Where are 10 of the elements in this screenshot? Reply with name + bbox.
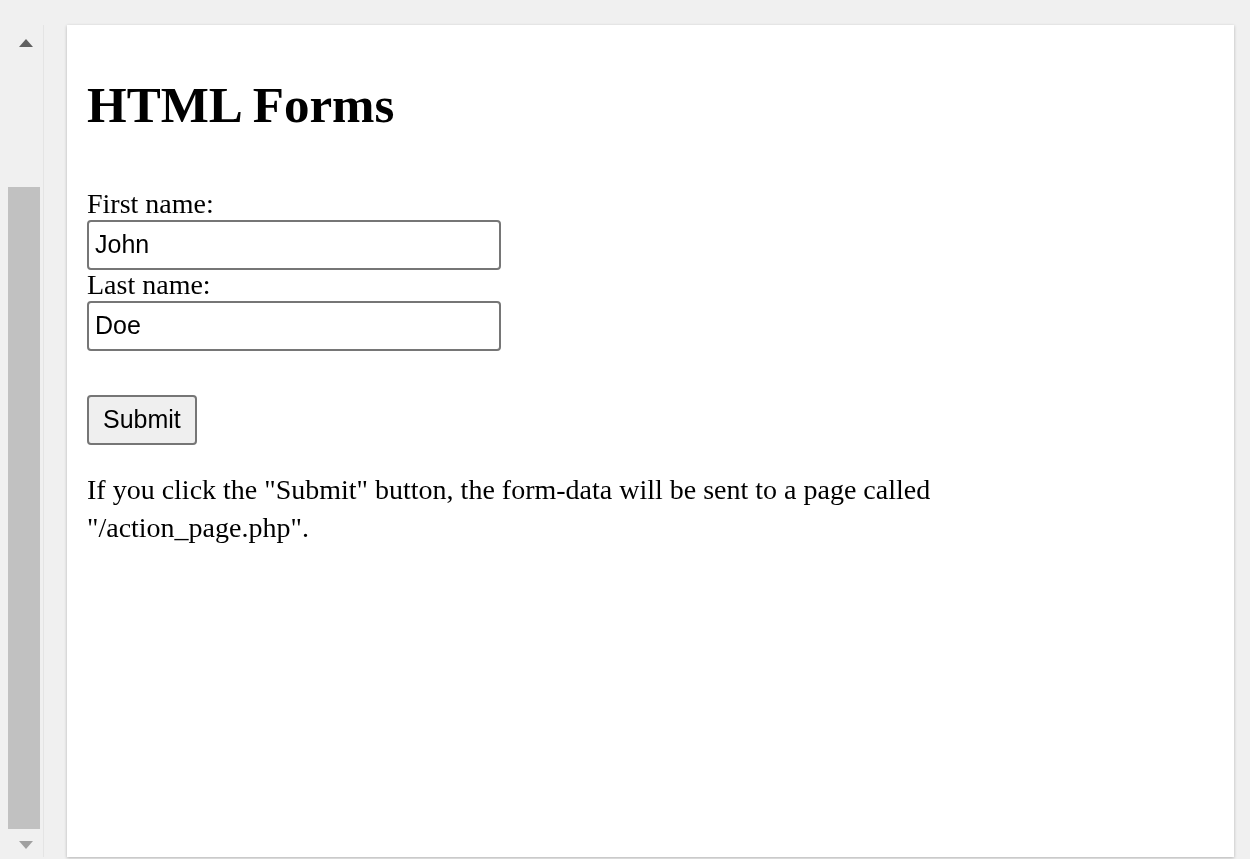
page-heading: HTML Forms	[87, 77, 396, 134]
field-label: First name:	[87, 189, 214, 220]
text-field[interactable]: Doe	[87, 300, 501, 351]
field-label: Last name:	[87, 269, 211, 301]
scrollbar-thumb[interactable]	[8, 187, 40, 829]
text-field[interactable]: John	[87, 219, 501, 270]
info-paragraph: If you click the "Submit" button, the form-data will be sent to a page called "/action_page.php".	[87, 472, 932, 545]
scroll-up-icon[interactable]	[18, 39, 33, 47]
scroll-down-icon[interactable]	[18, 841, 33, 849]
submit-button[interactable]: Submit	[87, 394, 197, 445]
